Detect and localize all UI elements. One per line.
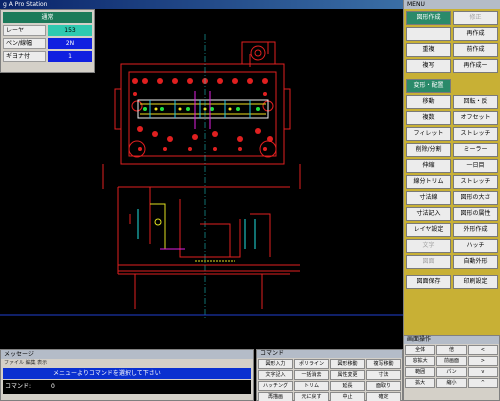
quick-command-button[interactable]: 確定 [366,392,401,401]
title-bar: g A Pro Station [0,0,403,9]
quick-command-button[interactable]: 図形移動 [330,359,365,369]
message-panel-title: メッセージ [1,350,253,359]
view-button[interactable]: v [467,367,498,377]
quick-command-button[interactable]: 属性変更 [330,370,365,380]
view-button[interactable]: 前画面 [436,356,467,366]
quick-command-button[interactable]: トリム [294,381,329,391]
section-view-drawing [117,186,300,309]
quick-command-button[interactable]: 図形入力 [258,359,293,369]
menu-button[interactable]: 一日目 [453,159,498,173]
line-type-row[interactable]: ギヨナ付 1 [3,51,92,62]
menu-button[interactable]: 図形作成 [406,11,451,25]
view-button[interactable]: 全体 [405,345,436,355]
command-value[interactable]: 0 [51,380,55,394]
quick-command-button[interactable]: 複写移動 [366,359,401,369]
message-panel-menu[interactable]: ファイル 編集 表示 [1,359,253,367]
command-label: コマンド: [5,383,32,390]
menu-button[interactable]: 削除/分割 [406,143,451,157]
menu-button[interactable]: レイヤ設定 [406,223,451,237]
line-type-value[interactable]: 1 [48,51,92,62]
layer-panel: 通常 レーヤ 153 ペン/線幅 2N ギヨナ付 1 [0,9,95,73]
quick-command-button[interactable]: 一括消去 [294,370,329,380]
layer-panel-header: 通常 [3,12,92,23]
menu-button[interactable]: 図形の大さ [453,191,498,205]
menu-button[interactable]: 図形の属性 [453,207,498,221]
pen-width-label: ペン/線幅 [3,38,46,49]
menu-button[interactable]: ハッチ [453,239,498,253]
quick-command-button[interactable]: 面取り [366,381,401,391]
large-holes [128,100,277,158]
top-plate-drawing [102,41,301,189]
menu-button[interactable]: 図面 [406,255,451,269]
quick-command-button[interactable]: ポリライン [294,359,329,369]
view-panel-title: 画面操作 [404,336,499,344]
command-line[interactable]: コマンド: 0 [3,380,251,394]
line-type-label: ギヨナ付 [3,51,46,62]
pen-width-row[interactable]: ペン/線幅 2N [3,38,92,49]
quick-command-button[interactable]: ハッチング [258,381,293,391]
menu-button[interactable]: ストレッチ [453,175,498,189]
view-control-panel: 画面操作 全体倍 < 窓拡大 前画面 > 範囲 パン v 拡大 縮小 ^ [403,335,500,401]
menu-button[interactable]: 自動外形 [453,255,498,269]
menu-button[interactable]: 寸法記入 [406,207,451,221]
menu-button[interactable]: 修正 [453,11,498,25]
message-panel: メッセージ ファイル 編集 表示 メニューよりコマンドを選択して下さい コマンド… [0,349,254,401]
menu-button[interactable]: 再作成ー [453,59,498,73]
menu-button[interactable]: ストレッチ [453,127,498,141]
menu-button[interactable]: 変形・配置 [406,79,451,93]
menu-button[interactable] [406,27,451,41]
layer-row[interactable]: レーヤ 153 [3,25,92,36]
menu-button[interactable]: 文字 [406,239,451,253]
menu-button[interactable] [453,79,498,93]
layer-label: レーヤ [3,25,46,36]
menu-button[interactable]: 複数 [406,111,451,125]
menu-button[interactable]: フィレット [406,127,451,141]
view-button[interactable]: 範囲 [405,367,436,377]
quick-command-button[interactable]: 中止 [330,392,365,401]
cavity-band [137,91,269,129]
menu-button[interactable]: 重複 [406,43,451,57]
view-button[interactable]: ^ [467,378,498,388]
quick-command-title: コマンド [257,350,402,358]
menu-button[interactable]: オフセット [453,111,498,125]
quick-command-button[interactable]: 再描画 [258,392,293,401]
menu-button[interactable]: 外形作成 [453,223,498,237]
menu-button[interactable]: 印刷設定 [453,275,498,289]
menu-button[interactable]: 図面保存 [406,275,451,289]
menu-button[interactable]: 線分トリム [406,175,451,189]
view-button[interactable]: 倍 [436,345,467,355]
quick-command-button[interactable]: 延長 [330,381,365,391]
menu-button[interactable]: 伸縮 [406,159,451,173]
menu-grid: 図形作成 修正 再作成 重複 前作成 複写 再作成ー 変形・配置 移動 回転・反 複数オ… [404,9,500,289]
menu-button[interactable]: 前作成 [453,43,498,57]
menu-button[interactable]: ミーラー [453,143,498,157]
menu-panel-title: MENU [404,0,500,9]
prompt-message: メニューよりコマンドを選択して下さい [3,368,251,379]
layer-value[interactable]: 153 [48,25,92,36]
quick-command-button[interactable]: 寸法 [366,370,401,380]
menu-button[interactable]: 寸法線 [406,191,451,205]
view-button[interactable]: 縮小 [436,378,467,388]
menu-button[interactable]: 複写 [406,59,451,73]
command-menu-panel: MENU 図形作成 修正 再作成 重複 前作成 複写 再作成ー 変形・配置 移動 回転・… [403,0,500,335]
pen-width-value[interactable]: 2N [48,38,92,49]
quick-command-button[interactable]: 文字記入 [258,370,293,380]
menu-button[interactable]: 再作成 [453,27,498,41]
view-button[interactable]: 拡大 [405,378,436,388]
quick-command-panel: コマンド 図形入力 ポリライン 図形移動 複写移動 文字記入 一括消去 属性変更 寸法 ハッ… [256,349,403,401]
menu-button[interactable]: 回転・反 [453,95,498,109]
view-button[interactable]: 窓拡大 [405,356,436,366]
view-button[interactable]: < [467,345,498,355]
view-button[interactable]: > [467,356,498,366]
quick-command-button[interactable]: 元に戻す [294,392,329,401]
view-button[interactable]: パン [436,367,467,377]
section-details [129,203,256,262]
menu-button[interactable]: 移動 [406,95,451,109]
